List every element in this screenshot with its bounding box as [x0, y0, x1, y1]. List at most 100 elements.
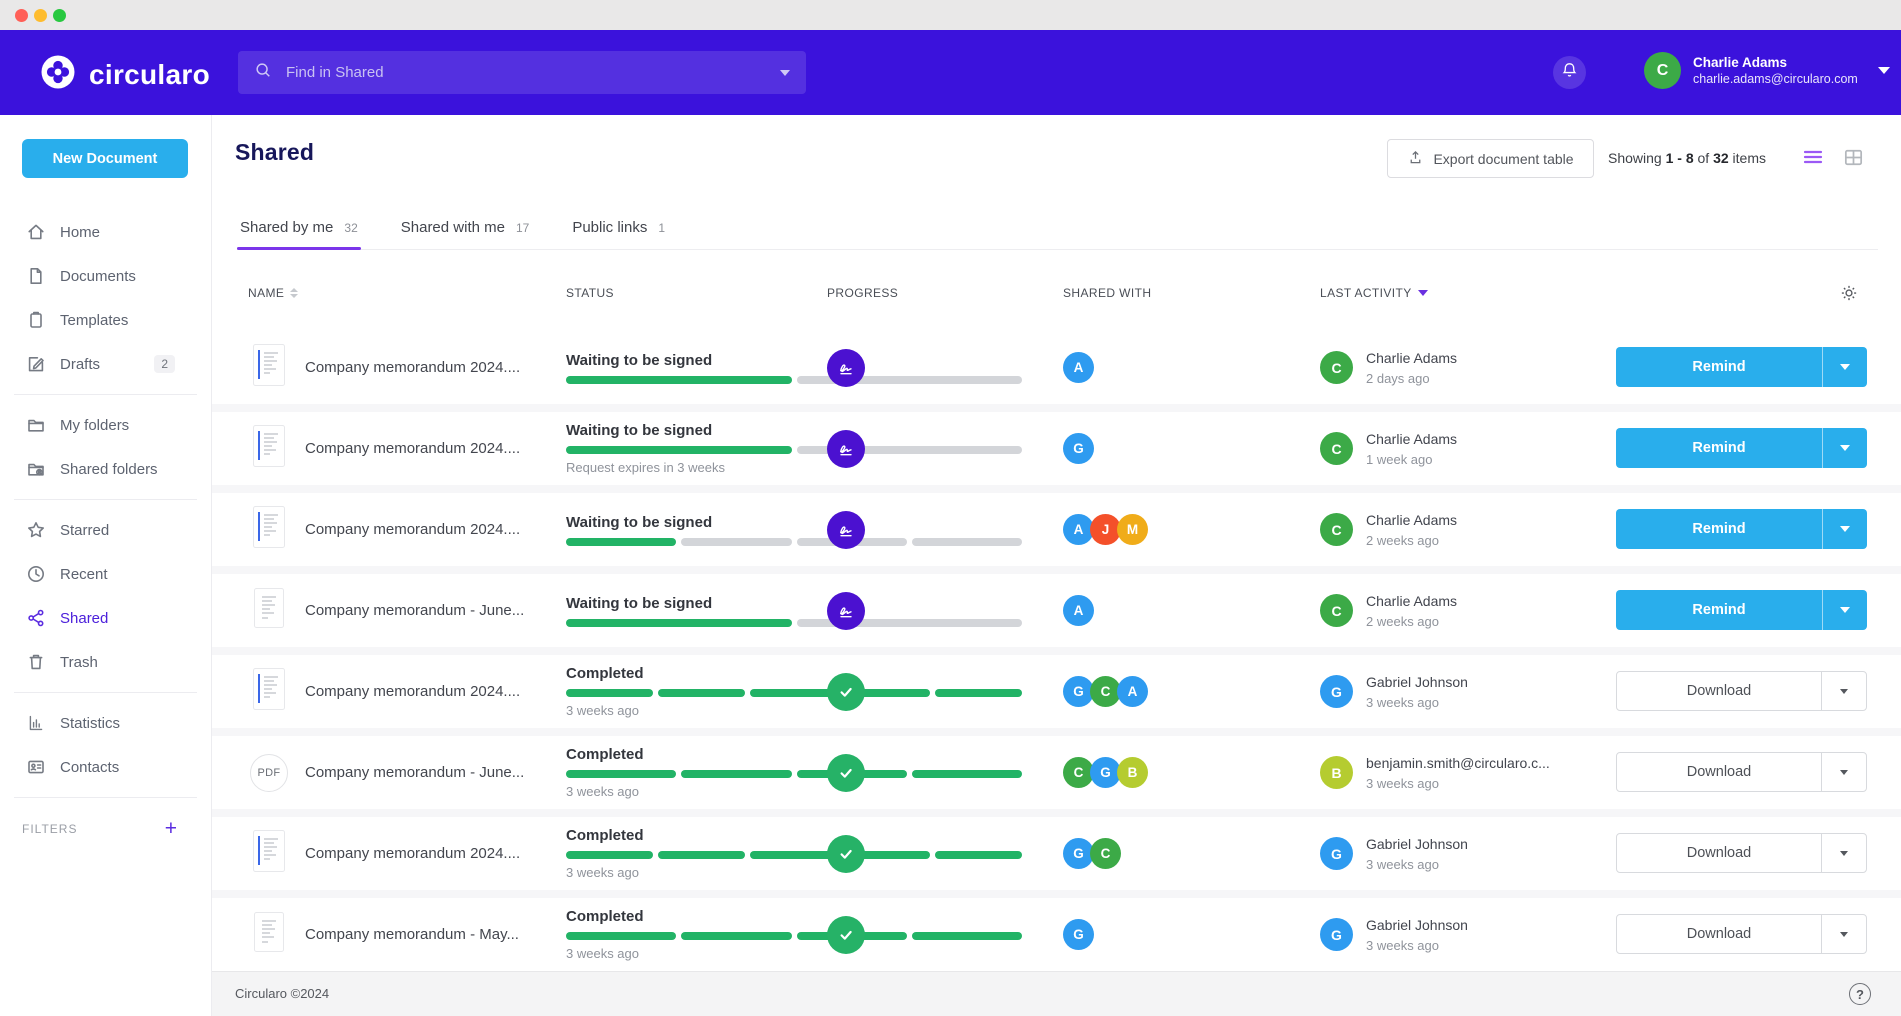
- table-row[interactable]: Company memorandum 2024....Waiting to be…: [212, 493, 1901, 566]
- search-scope-dropdown-icon[interactable]: [780, 70, 790, 76]
- doc-lines-blue-icon: [253, 668, 285, 715]
- download-button[interactable]: Download: [1617, 834, 1821, 872]
- column-header-name[interactable]: NAME: [248, 286, 298, 300]
- progress-segment: [935, 689, 1022, 697]
- sidebar-item-home[interactable]: Home: [0, 210, 211, 254]
- list-view-toggle[interactable]: [1800, 147, 1826, 173]
- column-header-progress: PROGRESS: [827, 286, 898, 300]
- progress-status-cell: [827, 493, 865, 566]
- document-thumbnail-cell: [248, 655, 290, 728]
- progress-segment: [658, 689, 745, 697]
- shared-with-cell: G: [1063, 898, 1094, 971]
- remind-split-button: Remind: [1616, 347, 1867, 387]
- progress-segment: [566, 851, 653, 859]
- activity-name: Charlie Adams: [1366, 512, 1457, 528]
- download-dropdown-button[interactable]: [1821, 753, 1866, 791]
- export-document-table-button[interactable]: Export document table: [1387, 139, 1594, 178]
- remind-button[interactable]: Remind: [1616, 347, 1822, 387]
- remind-button[interactable]: Remind: [1616, 590, 1822, 630]
- new-document-button[interactable]: New Document: [22, 139, 188, 178]
- table-row[interactable]: Company memorandum - May...Completed3 we…: [212, 898, 1901, 971]
- table-row[interactable]: Company memorandum 2024....Completed3 we…: [212, 817, 1901, 890]
- tab-shared-by-me[interactable]: Shared by me32: [237, 205, 361, 249]
- download-button[interactable]: Download: [1617, 915, 1821, 953]
- stats-icon: [26, 713, 46, 733]
- caret-down-icon: [1840, 364, 1850, 370]
- zoom-window-button[interactable]: [53, 9, 66, 22]
- remind-dropdown-button[interactable]: [1822, 509, 1867, 549]
- sidebar-item-templates[interactable]: Templates: [0, 298, 211, 342]
- progress-segment: [912, 770, 1022, 778]
- caret-down-icon: [1840, 851, 1848, 856]
- table-row[interactable]: Company memorandum 2024....Completed3 we…: [212, 655, 1901, 728]
- sidebar-item-documents[interactable]: Documents: [0, 254, 211, 298]
- check-icon: [827, 754, 865, 792]
- drafts-count-badge: 2: [154, 355, 175, 373]
- document-thumbnail-cell: [248, 493, 290, 566]
- download-button[interactable]: Download: [1617, 753, 1821, 791]
- table-row[interactable]: PDFCompany memorandum - June...Completed…: [212, 736, 1901, 809]
- activity-avatar: C: [1320, 432, 1353, 465]
- progress-segment: [681, 538, 791, 546]
- sidebar-item-trash[interactable]: Trash: [0, 640, 211, 684]
- column-label: PROGRESS: [827, 286, 898, 300]
- sidebar-item-statistics[interactable]: Statistics: [0, 701, 211, 745]
- shared-with-avatar: C: [1090, 838, 1121, 869]
- activity-time: 3 weeks ago: [1366, 695, 1468, 710]
- sidebar-item-recent[interactable]: Recent: [0, 552, 211, 596]
- notifications-button[interactable]: [1553, 56, 1586, 89]
- sidebar-item-shared[interactable]: Shared: [0, 596, 211, 640]
- progress-segment: [566, 376, 792, 384]
- table-row[interactable]: Company memorandum 2024....Waiting to be…: [212, 331, 1901, 404]
- grid-view-toggle[interactable]: [1840, 147, 1866, 173]
- sidebar-item-drafts[interactable]: Drafts2: [0, 342, 211, 386]
- progress-bar: [566, 619, 1022, 627]
- download-button[interactable]: Download: [1617, 672, 1821, 710]
- user-name: Charlie Adams: [1693, 55, 1858, 70]
- progress-status-cell: [827, 736, 865, 809]
- download-dropdown-button[interactable]: [1821, 672, 1866, 710]
- sidebar-item-starred[interactable]: Starred: [0, 508, 211, 552]
- table-row[interactable]: Company memorandum - June...Waiting to b…: [212, 574, 1901, 647]
- tab-public-links[interactable]: Public links1: [569, 205, 668, 249]
- tab-count: 1: [658, 219, 665, 235]
- remind-button[interactable]: Remind: [1616, 509, 1822, 549]
- download-split-button: Download: [1616, 671, 1867, 711]
- brand-logo[interactable]: circularo: [38, 52, 210, 97]
- activity-time: 3 weeks ago: [1366, 776, 1550, 791]
- progress-segment: [566, 689, 653, 697]
- tab-shared-with-me[interactable]: Shared with me17: [398, 205, 533, 249]
- shared-with-cell: GC: [1063, 817, 1121, 890]
- progress-bar: [566, 770, 1022, 778]
- activity-name: Gabriel Johnson: [1366, 917, 1468, 933]
- remind-button[interactable]: Remind: [1616, 428, 1822, 468]
- check-icon: [827, 835, 865, 873]
- remind-dropdown-button[interactable]: [1822, 347, 1867, 387]
- user-menu[interactable]: C Charlie Adams charlie.adams@circularo.…: [1644, 52, 1890, 89]
- copyright-text: Circularo ©2024: [235, 986, 329, 1001]
- status-cell: Completed3 weeks ago: [566, 655, 1022, 728]
- sidebar-item-contacts[interactable]: Contacts: [0, 745, 211, 789]
- progress-segment: [912, 538, 1022, 546]
- minimize-window-button[interactable]: [34, 9, 47, 22]
- column-header-last-activity[interactable]: LAST ACTIVITY: [1320, 286, 1428, 300]
- sidebar-item-shared-folders[interactable]: Shared folders: [0, 447, 211, 491]
- sidebar-item-label: Home: [60, 224, 100, 241]
- shared-with-avatar: G: [1063, 919, 1094, 950]
- download-dropdown-button[interactable]: [1821, 915, 1866, 953]
- add-filter-button[interactable]: +: [165, 818, 177, 839]
- sidebar-item-my-folders[interactable]: My folders: [0, 403, 211, 447]
- table-row[interactable]: Company memorandum 2024....Waiting to be…: [212, 412, 1901, 485]
- document-name: Company memorandum - May...: [305, 898, 555, 971]
- progress-bar: [566, 446, 1022, 454]
- download-dropdown-button[interactable]: [1821, 834, 1866, 872]
- shared-with-avatar: G: [1063, 433, 1094, 464]
- doc-lines-plain-icon: [254, 912, 284, 957]
- search-input[interactable]: [284, 63, 768, 82]
- remind-dropdown-button[interactable]: [1822, 590, 1867, 630]
- status-cell: Completed3 weeks ago: [566, 736, 1022, 809]
- remind-dropdown-button[interactable]: [1822, 428, 1867, 468]
- close-window-button[interactable]: [15, 9, 28, 22]
- help-button[interactable]: ?: [1849, 983, 1871, 1005]
- table-settings-button[interactable]: [1838, 282, 1862, 306]
